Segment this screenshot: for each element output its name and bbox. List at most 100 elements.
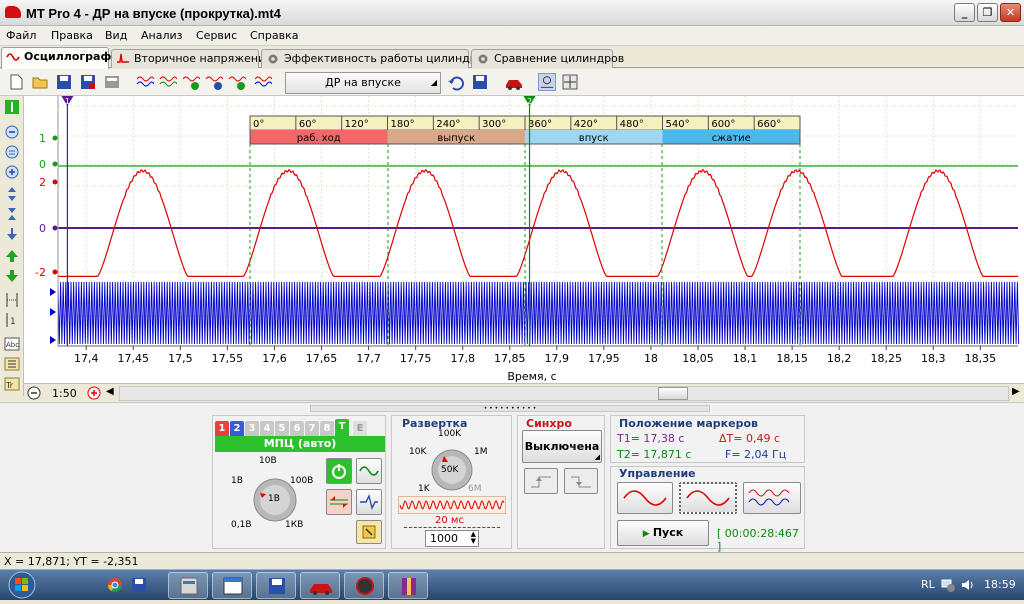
tab-oscilloscope[interactable]: Осциллограф xyxy=(1,47,111,69)
taskbar-app-mtpro[interactable] xyxy=(300,572,340,599)
oscilloscope-plot[interactable]: 0° 60° 120° 180° 240° 300° 360° 420° 480° 540° 600… xyxy=(24,96,1024,396)
save-as-icon[interactable] xyxy=(79,73,97,91)
zoom-reset-icon[interactable] xyxy=(4,144,20,160)
horizontal-scrollbar[interactable] xyxy=(119,386,1009,401)
scroll-left-icon[interactable]: ◀ xyxy=(106,386,114,397)
mode-record-button[interactable] xyxy=(743,482,801,514)
power-button[interactable] xyxy=(326,458,352,484)
export-icon[interactable] xyxy=(103,73,121,91)
waveform-list-icon[interactable] xyxy=(228,73,246,91)
y-axis-ticks: 1 0 2 0 -2 xyxy=(35,96,59,346)
channel-tab-8[interactable]: 8 xyxy=(320,421,334,436)
taskbar-app-window[interactable] xyxy=(212,572,252,599)
phase-label: выпуск xyxy=(437,133,475,144)
channel-tab-1[interactable]: 1 xyxy=(215,421,229,436)
floppy-icon[interactable] xyxy=(131,577,147,593)
channel-tab-t[interactable]: T xyxy=(335,419,349,436)
car-icon[interactable] xyxy=(505,73,523,91)
align-icon[interactable] xyxy=(4,356,20,372)
chrome-icon[interactable] xyxy=(107,577,123,593)
zoom-fit-icon[interactable] xyxy=(538,73,556,91)
mode-single-button[interactable] xyxy=(617,482,673,514)
probe-settings-button[interactable] xyxy=(356,520,382,544)
tab-secondary-voltage[interactable]: Вторичное напряжение xyxy=(111,49,272,68)
channel-tab-2[interactable]: 2 xyxy=(230,421,244,436)
points-input[interactable]: 1000 ▲ ▼ xyxy=(425,530,479,547)
language-indicator[interactable]: RL xyxy=(921,578,935,591)
text-tool-icon[interactable]: Tr xyxy=(4,376,20,392)
tab-cylinder-compare[interactable]: Сравнение цилиндров xyxy=(471,49,624,68)
oscilloscope-chart[interactable]: 0° 60° 120° 180° 240° 300° 360° 420° 480° 540° 600… xyxy=(24,96,1024,384)
cursor-lines-icon[interactable] xyxy=(4,292,20,308)
sync-falling-button[interactable] xyxy=(564,468,598,494)
network-icon[interactable] xyxy=(940,577,956,593)
minimize-button[interactable]: _ xyxy=(954,3,975,22)
mode-continuous-button[interactable] xyxy=(679,482,737,514)
filter-button[interactable] xyxy=(356,489,382,515)
waveform-icon[interactable] xyxy=(136,73,154,91)
cursor-values-icon[interactable]: 1 xyxy=(4,312,20,328)
menu-view[interactable]: Вид xyxy=(105,29,127,42)
save-preset-icon[interactable] xyxy=(471,73,489,91)
interval-line xyxy=(404,527,500,528)
spinner-icon[interactable]: ▲ ▼ xyxy=(471,531,476,545)
zoom-out-time-icon[interactable] xyxy=(27,386,41,400)
waveform-channel-icon[interactable] xyxy=(205,73,223,91)
waveform-edit-icon[interactable] xyxy=(254,73,272,91)
undo-icon[interactable] xyxy=(447,73,465,91)
zoom-out-icon[interactable] xyxy=(4,124,20,140)
channel-tab-3[interactable]: 3 xyxy=(245,421,259,436)
trace-toggle-icon[interactable] xyxy=(4,99,20,115)
channel-tab-4[interactable]: 4 xyxy=(260,421,274,436)
arrow-up-icon[interactable] xyxy=(4,248,20,264)
arrow-down-icon[interactable] xyxy=(4,268,20,284)
channel-tab-7[interactable]: 7 xyxy=(305,421,319,436)
menu-analysis[interactable]: Анализ xyxy=(141,29,183,42)
scrollbar-thumb[interactable] xyxy=(658,387,688,400)
compress-vertical-icon[interactable] xyxy=(4,206,20,222)
y-tick-label: -2 xyxy=(35,266,46,279)
sweep-panel: Развертка 100K 10K 1M 1K 6M 50K 20 мс 10… xyxy=(391,415,512,549)
channel-mode[interactable]: МПЦ (авто) xyxy=(215,436,385,452)
sync-title: Синхро xyxy=(526,417,572,430)
menu-edit[interactable]: Правка xyxy=(51,29,93,42)
marker-dt: ΔT= 0,49 с xyxy=(719,432,780,445)
channel-tab-5[interactable]: 5 xyxy=(275,421,289,436)
menu-file[interactable]: Файл xyxy=(6,29,36,42)
channel-tab-e[interactable]: E xyxy=(353,421,367,436)
channel-tab-6[interactable]: 6 xyxy=(290,421,304,436)
start-orb[interactable] xyxy=(2,570,42,601)
sync-mode-button[interactable]: Выключена ◢ xyxy=(522,430,602,463)
sweep-label-6m: 6M xyxy=(468,484,482,494)
tab-cylinder-efficiency[interactable]: Эффективность работы цилиндров xyxy=(261,49,490,68)
taskbar-app-media[interactable] xyxy=(344,572,384,599)
waveform-settings-icon[interactable] xyxy=(159,73,177,91)
scroll-right-icon[interactable]: ▶ xyxy=(1012,386,1020,397)
new-file-icon[interactable] xyxy=(7,73,25,91)
start-button[interactable]: ▶ Пуск xyxy=(617,520,709,546)
sync-rising-button[interactable] xyxy=(524,468,558,494)
taskbar-app-save[interactable] xyxy=(256,572,296,599)
expand-vertical-icon[interactable] xyxy=(4,186,20,202)
taskbar-app-archive[interactable] xyxy=(388,572,428,599)
invert-button[interactable] xyxy=(326,489,352,515)
menu-service[interactable]: Сервис xyxy=(196,29,237,42)
waveform-check-icon[interactable] xyxy=(182,73,200,91)
volume-icon[interactable] xyxy=(960,577,976,593)
labels-icon[interactable]: Abc xyxy=(4,336,20,352)
x-tick-label: 17,8 xyxy=(450,352,475,365)
save-icon[interactable] xyxy=(55,73,73,91)
menu-help[interactable]: Справка xyxy=(250,29,298,42)
move-down-icon[interactable] xyxy=(4,226,20,242)
scale-icon[interactable] xyxy=(561,73,579,91)
zoom-in-icon[interactable] xyxy=(4,164,20,180)
zoom-in-time-icon[interactable] xyxy=(87,386,101,400)
open-folder-icon[interactable] xyxy=(31,73,49,91)
panel-splitter[interactable]: • • • • • • • • • • xyxy=(310,405,710,412)
ac-coupling-button[interactable] xyxy=(356,458,382,484)
maximize-button[interactable]: ❐ xyxy=(977,3,998,22)
preset-select[interactable]: ДР на впуске ◢ xyxy=(285,72,441,94)
tab-strip: Осциллограф Вторичное напряжение Эффекти… xyxy=(0,46,1024,69)
taskbar-app-explorer[interactable] xyxy=(168,572,208,599)
close-button[interactable]: ✕ xyxy=(1000,3,1021,22)
